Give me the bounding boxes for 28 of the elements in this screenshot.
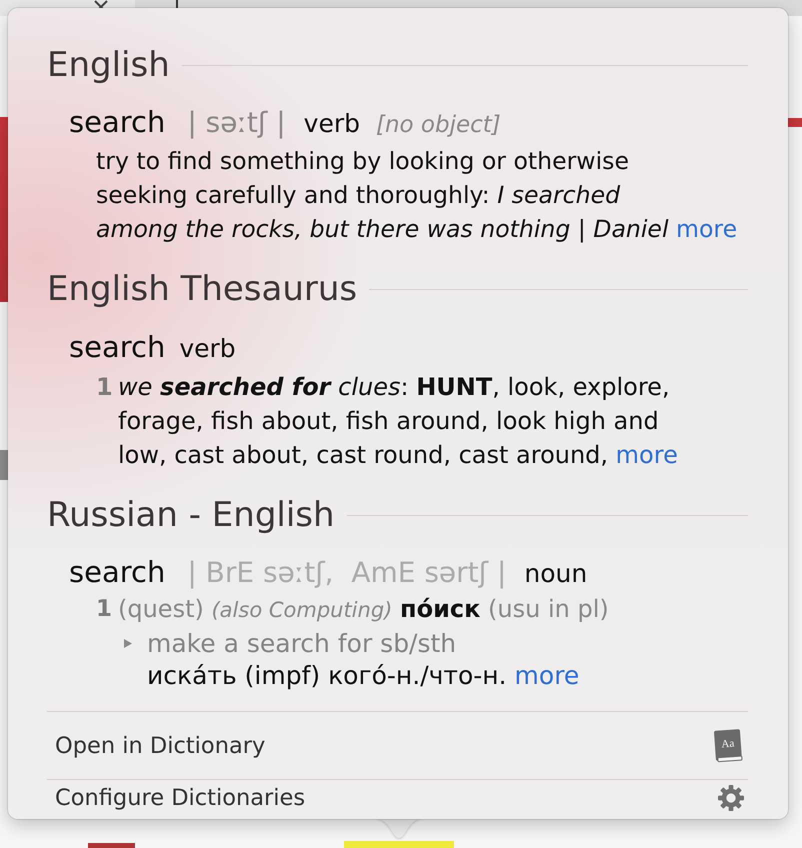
sense-text: (quest) (also Computing) по́иск (usu in pl) — [118, 594, 609, 625]
sense-number: 1 — [96, 372, 114, 403]
section-title: English Thesaurus — [47, 268, 358, 311]
gear-icon — [718, 785, 744, 811]
menu-item[interactable]: Open in Dictionary Aa — [47, 712, 748, 779]
headword: search — [69, 104, 166, 141]
part-of-speech: verb — [179, 333, 236, 365]
definition-text: try to find something by looking or otherwise seeking carefully and thoroughly: I searched among the rocks, but there was nothing | Daniel more — [96, 146, 738, 245]
section-title: English — [47, 44, 170, 87]
part-of-speech: verb — [304, 108, 360, 140]
phrase-text: make a search for sb/sth — [147, 628, 456, 660]
part-of-speech: noun — [524, 558, 588, 590]
pronunciation: | səːtʃ | — [187, 105, 286, 141]
triangle-bullet-icon — [124, 639, 132, 648]
pronunciation: | BrE səːtʃ, AmE sərtʃ | — [187, 555, 506, 591]
sense-text: we searched for clues: HUNT, look, explore, forage, fish about, fish around, look high and low, cast about, cast round, cast around, more — [118, 372, 679, 471]
headword: search — [69, 329, 166, 366]
book-icon: Aa — [712, 728, 744, 764]
section-title: Russian - English — [47, 494, 335, 537]
sense-number: 1 — [96, 595, 114, 624]
more-link[interactable]: more — [616, 441, 678, 469]
translation-text: иска́ть (impf) кого́-н./что-н. more — [147, 660, 580, 692]
headword: search — [69, 554, 166, 591]
menu-item[interactable]: Configure Dictionaries — [47, 780, 748, 816]
more-link[interactable]: more — [676, 215, 738, 243]
grammar-label: [no object] — [376, 111, 501, 140]
more-link[interactable]: more — [514, 661, 580, 690]
banner-block — [88, 843, 135, 848]
